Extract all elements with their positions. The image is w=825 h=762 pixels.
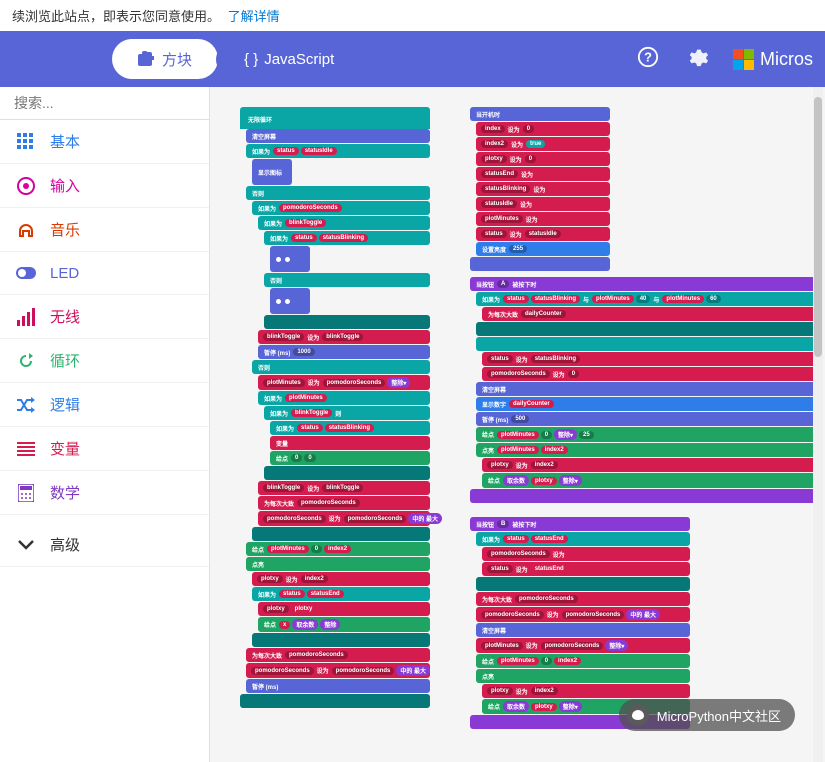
- wechat-icon: [627, 704, 649, 726]
- search-row: [0, 87, 209, 120]
- category-basic[interactable]: 基本: [0, 120, 209, 164]
- microsoft-logo-icon: [733, 49, 754, 70]
- category-radio[interactable]: 无线: [0, 295, 209, 339]
- headphones-icon: [16, 220, 36, 240]
- category-advanced[interactable]: 高级: [0, 523, 209, 567]
- calculator-icon: [16, 483, 36, 503]
- category-music[interactable]: 音乐: [0, 208, 209, 252]
- svg-text:?: ?: [644, 49, 652, 64]
- block-stack-forever-main[interactable]: 无限循环 清空屏幕 如果为statusstatusIdle 显示图标 否则 如果…: [240, 107, 430, 709]
- cookie-consent-bar: 续浏览此站点，即表示您同意使用。 了解详情: [0, 0, 825, 31]
- editor-tab-group: 方块: [112, 39, 218, 79]
- settings-button[interactable]: [687, 46, 709, 73]
- shuffle-icon: [16, 395, 36, 415]
- grid-icon: [16, 132, 36, 152]
- category-logic[interactable]: 逻辑: [0, 383, 209, 427]
- blocks-workspace[interactable]: 无限循环 清空屏幕 如果为statusstatusIdle 显示图标 否则 如果…: [210, 87, 825, 762]
- microsoft-brand[interactable]: Micros: [733, 49, 813, 70]
- gear-icon: [687, 46, 709, 68]
- scrollbar-thumb[interactable]: [814, 97, 822, 357]
- help-button[interactable]: ?: [637, 46, 659, 73]
- category-led[interactable]: LED: [0, 252, 209, 295]
- block-stack-onstart[interactable]: 当开机时 index设为0 index2设为true plotxy设为0 sta…: [470, 107, 610, 272]
- braces-icon: { }: [244, 51, 258, 68]
- app-header: 方块 { } JavaScript ? Micros: [0, 31, 825, 87]
- refresh-icon: [16, 351, 36, 371]
- workspace-scrollbar[interactable]: [813, 87, 823, 762]
- category-sidebar: 基本 输入 音乐 LED 无线 循环 逻辑 变量 数学 高级: [0, 87, 210, 762]
- toggle-icon: [16, 263, 36, 283]
- chevron-down-icon: [16, 535, 36, 555]
- tab-blocks[interactable]: 方块: [114, 41, 216, 78]
- block-stack-button-a[interactable]: 当按钮A被按下时 如果为statusstatusBlinking与plotMin…: [470, 277, 820, 504]
- category-input[interactable]: 输入: [0, 164, 209, 208]
- help-icon: ?: [637, 46, 659, 68]
- list-icon: [16, 439, 36, 459]
- wechat-community-badge[interactable]: MicroPython中文社区: [619, 699, 795, 731]
- cookie-learn-more-link[interactable]: 了解详情: [228, 9, 280, 24]
- search-input[interactable]: [14, 95, 195, 111]
- puzzle-icon: [138, 51, 154, 67]
- cookie-text: 续浏览此站点，即表示您同意使用。: [12, 9, 220, 24]
- category-math[interactable]: 数学: [0, 471, 209, 515]
- tab-javascript[interactable]: { } JavaScript: [220, 43, 358, 76]
- main-layout: 基本 输入 音乐 LED 无线 循环 逻辑 变量 数学 高级 无限循环 清空屏幕…: [0, 87, 825, 762]
- target-icon: [16, 176, 36, 196]
- category-loops[interactable]: 循环: [0, 339, 209, 383]
- bars-icon: [16, 307, 36, 327]
- category-variables[interactable]: 变量: [0, 427, 209, 471]
